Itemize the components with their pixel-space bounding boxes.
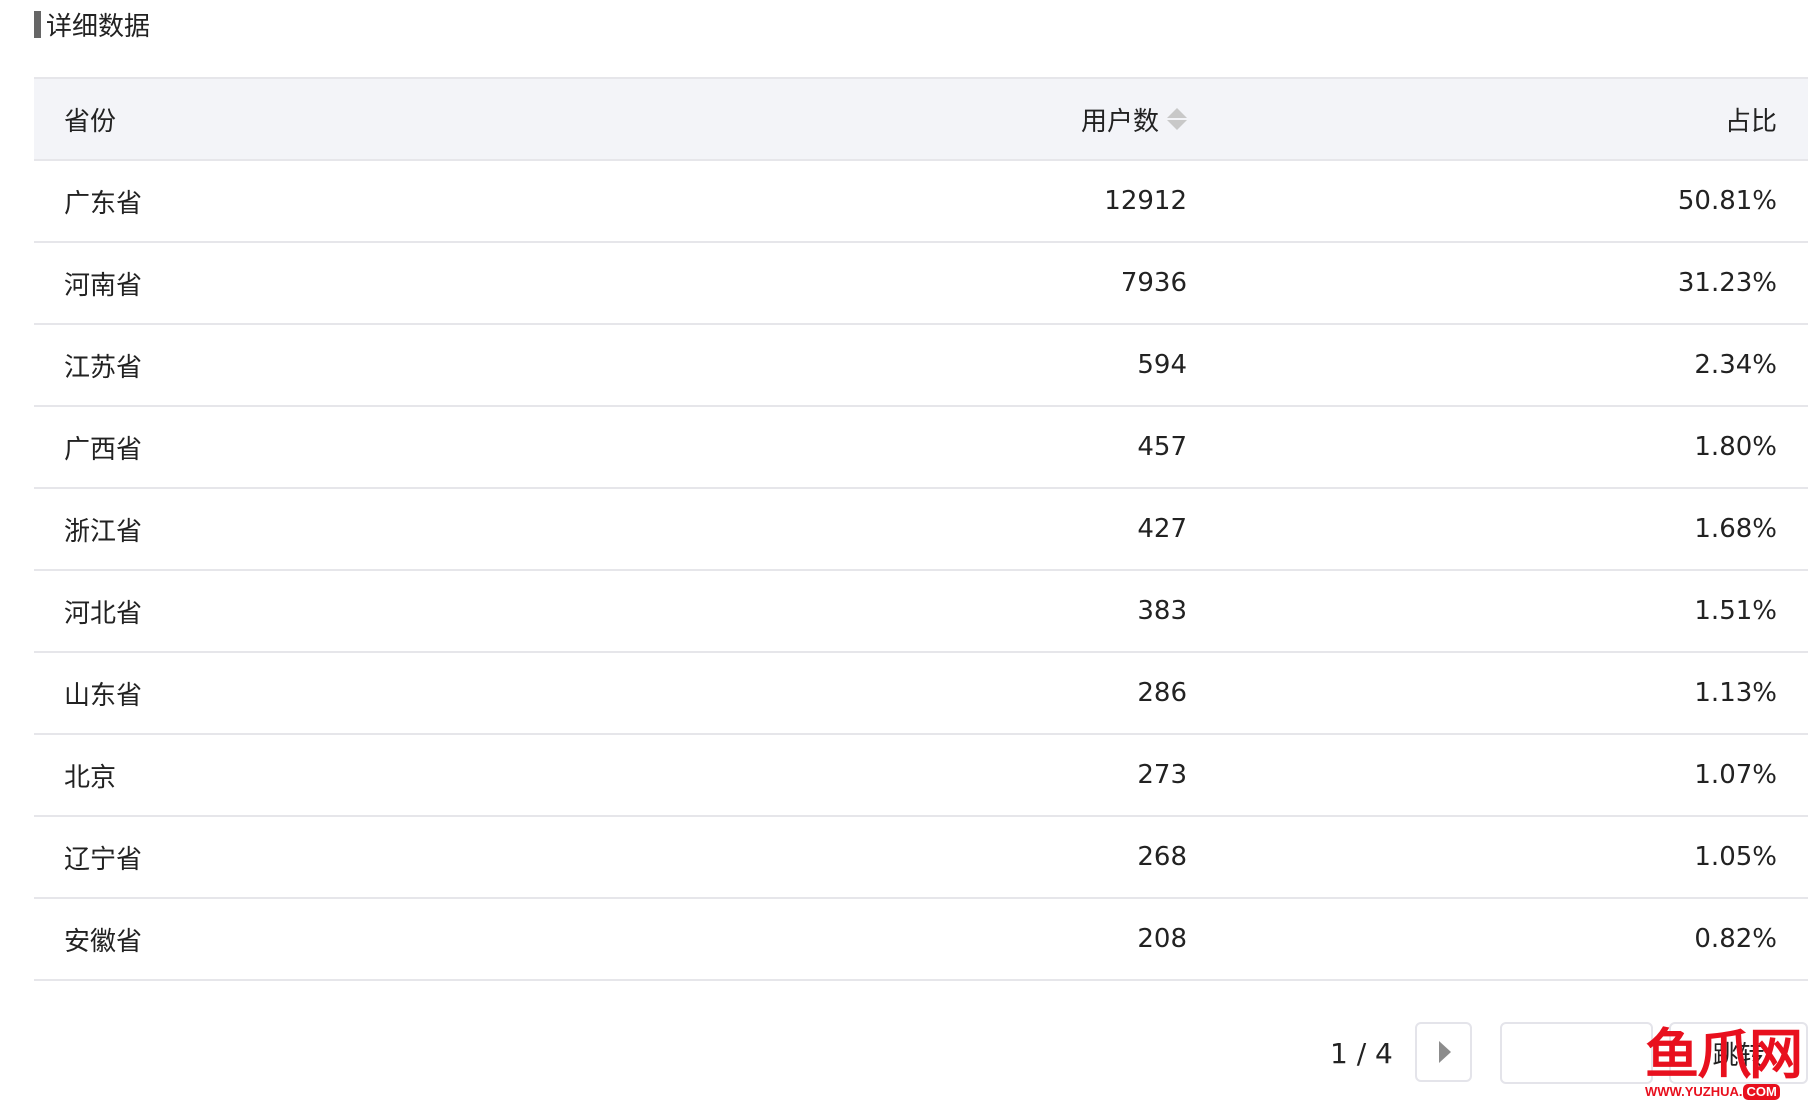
sort-ascending-icon[interactable] bbox=[1167, 108, 1187, 118]
table-row: 浙江省 427 1.68% bbox=[34, 489, 1808, 571]
province-cell: 北京 bbox=[64, 762, 117, 793]
table-row: 北京 273 1.07% bbox=[34, 735, 1808, 817]
watermark-url-tld: COM bbox=[1743, 1084, 1780, 1100]
table-row: 河南省 7936 31.23% bbox=[34, 243, 1808, 325]
ratio-cell: 1.13% bbox=[1694, 678, 1777, 708]
ratio-cell: 1.80% bbox=[1694, 432, 1777, 462]
table-header: 省份 用户数 占比 bbox=[34, 79, 1808, 161]
table-row: 安徽省 208 0.82% bbox=[34, 899, 1808, 981]
jump-button[interactable]: 跳转 bbox=[1669, 1022, 1808, 1084]
caret-right-icon bbox=[1439, 1041, 1451, 1063]
column-header-users[interactable]: 用户数 bbox=[1081, 79, 1187, 159]
users-cell: 286 bbox=[1137, 678, 1187, 708]
province-cell: 江苏省 bbox=[64, 352, 143, 383]
page-indicator: 1 / 4 bbox=[1330, 1036, 1393, 1070]
ratio-cell: 0.82% bbox=[1694, 924, 1777, 954]
users-cell: 427 bbox=[1137, 514, 1187, 544]
next-page-button[interactable] bbox=[1415, 1022, 1472, 1082]
section-title-text: 详细数据 bbox=[46, 11, 151, 42]
province-cell: 浙江省 bbox=[64, 516, 143, 547]
province-cell: 河北省 bbox=[64, 598, 143, 629]
province-cell: 河南省 bbox=[64, 270, 143, 301]
column-header-province: 省份 bbox=[64, 106, 117, 137]
watermark-url: WWW.YUZHUA. COM bbox=[1645, 1084, 1815, 1100]
province-cell: 广西省 bbox=[64, 434, 143, 465]
users-cell: 594 bbox=[1137, 350, 1187, 380]
watermark-url-main: WWW.YUZHUA. bbox=[1645, 1084, 1743, 1099]
users-cell: 457 bbox=[1137, 432, 1187, 462]
table-row: 广东省 12912 50.81% bbox=[34, 161, 1808, 243]
ratio-cell: 1.51% bbox=[1694, 596, 1777, 626]
province-cell: 安徽省 bbox=[64, 926, 143, 957]
detail-table: 省份 用户数 占比 广东省 12912 50.81% 河南省 7936 31.23% 江苏省… bbox=[34, 77, 1808, 981]
title-accent-bar bbox=[34, 10, 41, 38]
table-body: 广东省 12912 50.81% 河南省 7936 31.23% 江苏省 594 2.34% 广西… bbox=[34, 161, 1808, 981]
users-cell: 268 bbox=[1137, 842, 1187, 872]
province-cell: 山东省 bbox=[64, 680, 143, 711]
table-row: 辽宁省 268 1.05% bbox=[34, 817, 1808, 899]
ratio-cell: 1.68% bbox=[1694, 514, 1777, 544]
sort-icon[interactable] bbox=[1167, 108, 1187, 130]
section-title: 详细数据 bbox=[34, 6, 150, 42]
ratio-cell: 1.05% bbox=[1694, 842, 1777, 872]
table-row: 广西省 457 1.80% bbox=[34, 407, 1808, 489]
column-header-ratio: 占比 bbox=[1724, 106, 1777, 137]
table-row: 山东省 286 1.13% bbox=[34, 653, 1808, 735]
users-cell: 7936 bbox=[1120, 268, 1187, 298]
users-cell: 208 bbox=[1137, 924, 1187, 954]
users-cell: 273 bbox=[1137, 760, 1187, 790]
users-cell: 383 bbox=[1137, 596, 1187, 626]
users-cell: 12912 bbox=[1104, 186, 1187, 216]
ratio-cell: 1.07% bbox=[1694, 760, 1777, 790]
province-cell: 辽宁省 bbox=[64, 844, 143, 875]
province-cell: 广东省 bbox=[64, 188, 143, 219]
pagination: 1 / 4 跳转 bbox=[0, 1022, 1818, 1084]
ratio-cell: 31.23% bbox=[1677, 268, 1777, 298]
ratio-cell: 50.81% bbox=[1677, 186, 1777, 216]
table-row: 江苏省 594 2.34% bbox=[34, 325, 1808, 407]
sort-descending-icon[interactable] bbox=[1167, 120, 1187, 130]
page-jump-input[interactable] bbox=[1500, 1022, 1653, 1084]
table-row: 河北省 383 1.51% bbox=[34, 571, 1808, 653]
ratio-cell: 2.34% bbox=[1694, 350, 1777, 380]
column-header-users-label: 用户数 bbox=[1080, 106, 1159, 137]
